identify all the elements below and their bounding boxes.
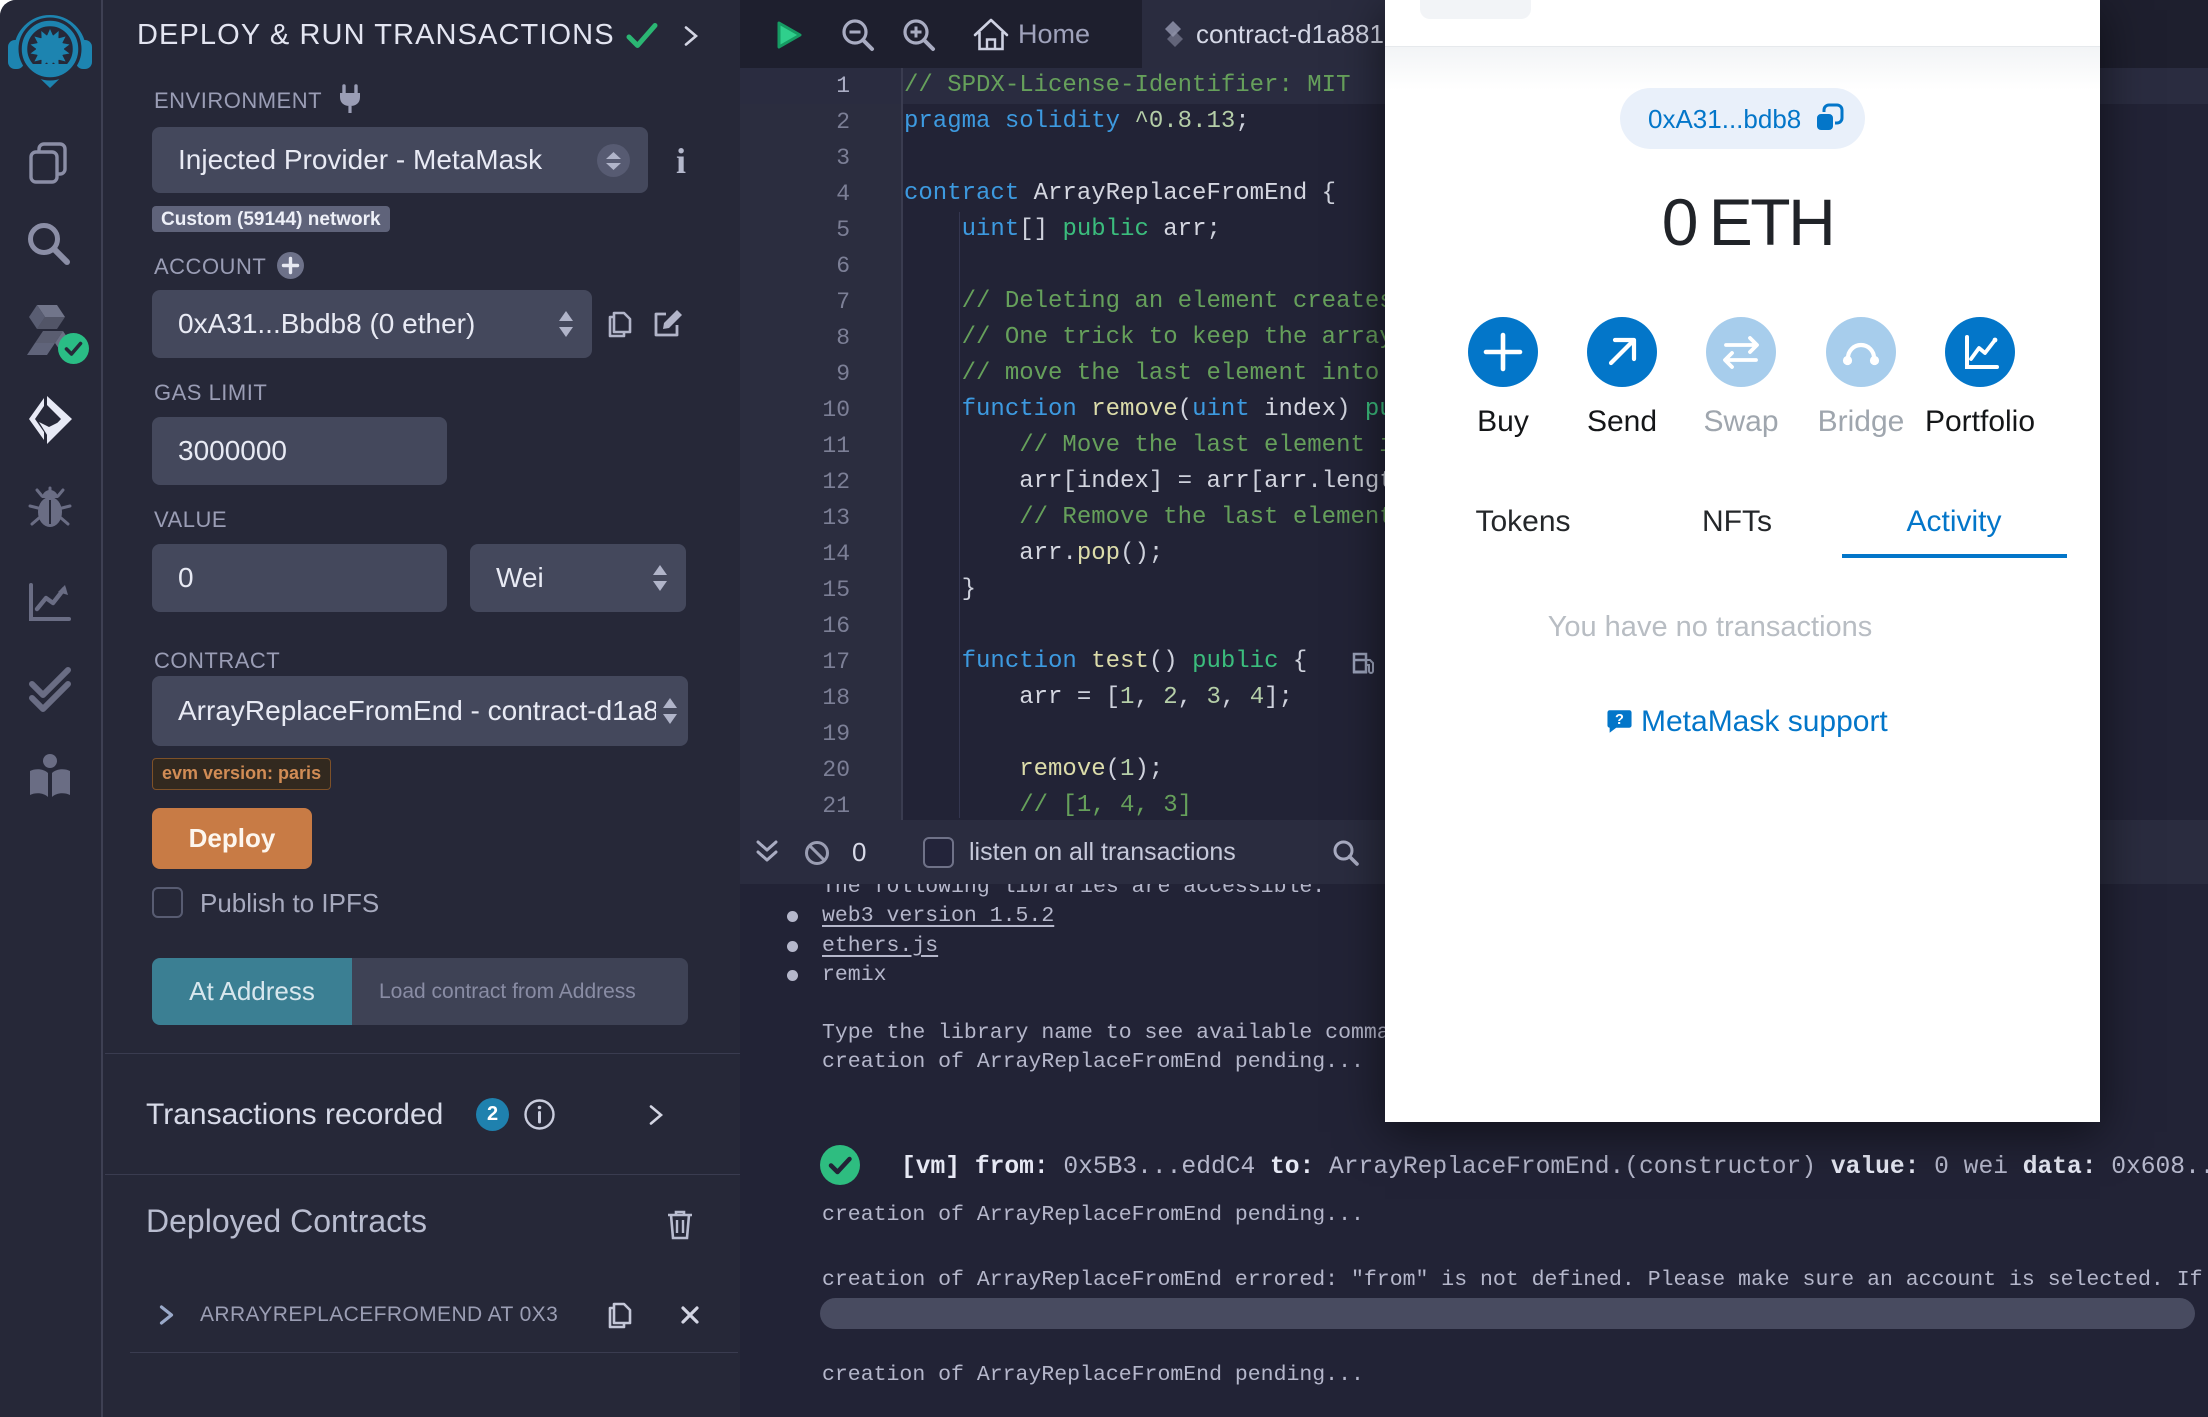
svg-text:?: ? xyxy=(1615,712,1624,728)
